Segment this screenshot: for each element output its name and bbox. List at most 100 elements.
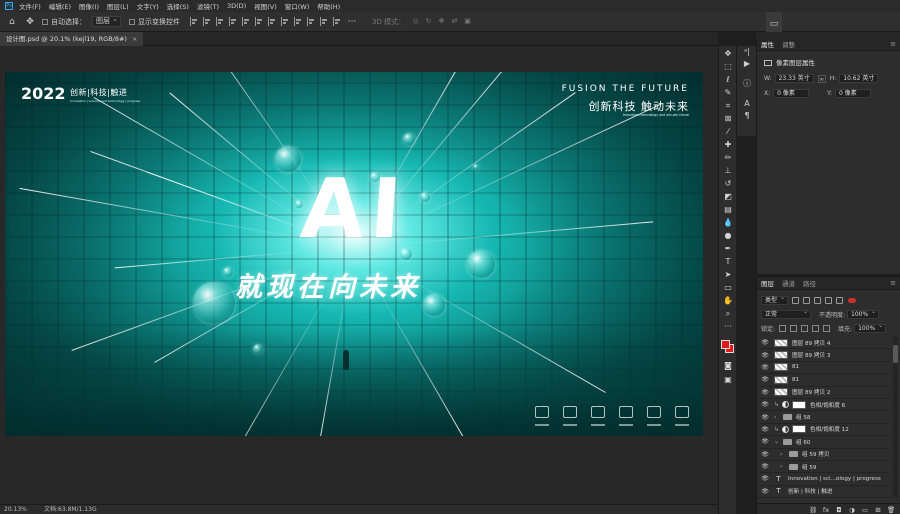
layer-row[interactable]: 👁 › 组 59 — [757, 461, 891, 474]
brush-tool-icon[interactable]: ✏ — [722, 152, 734, 163]
healing-brush-tool-icon[interactable]: ✚ — [722, 139, 734, 150]
path-select-tool-icon[interactable]: ➤ — [722, 269, 734, 280]
eye-icon[interactable]: 👁 — [761, 376, 769, 383]
align-center-icon[interactable] — [203, 17, 212, 26]
link-layers-icon[interactable]: ⛓ — [809, 506, 817, 514]
slide-3d-icon[interactable]: ⇄ — [450, 17, 459, 26]
close-icon[interactable]: × — [132, 35, 137, 43]
distribute-top-icon[interactable] — [307, 17, 316, 26]
delete-layer-icon[interactable]: 🗑 — [887, 506, 895, 514]
lasso-tool-icon[interactable]: ℓ — [722, 74, 734, 85]
eraser-tool-icon[interactable]: ◩ — [722, 191, 734, 202]
home-icon[interactable]: ⌂ — [6, 16, 18, 28]
layer-row[interactable]: 👁 › 组 59 拷贝 — [757, 449, 891, 461]
document-size[interactable]: 文档:63.8M/1.13G — [44, 505, 97, 514]
distribute-center-icon[interactable] — [281, 17, 290, 26]
menu-window[interactable]: 窗口(W) — [285, 1, 310, 11]
link-icon[interactable]: ∞ — [817, 74, 826, 83]
filter-pixel-icon[interactable] — [792, 297, 800, 304]
menu-select[interactable]: 选择(S) — [167, 1, 189, 11]
layer-row[interactable]: 👁 81 — [757, 374, 891, 387]
distribute-bottom-icon[interactable] — [333, 17, 342, 26]
foreground-color-swatch[interactable] — [721, 340, 730, 349]
character-icon[interactable]: A — [741, 98, 753, 110]
document-tab[interactable]: 设计图.psd @ 20.1% (kejl19, RGB/8#) × — [0, 32, 144, 46]
layer-row[interactable]: 👁 图层 89 拷贝 2 — [757, 387, 891, 399]
rectangle-tool-icon[interactable]: ▭ — [722, 282, 734, 293]
screen-mode-icon[interactable]: ▣ — [722, 374, 734, 385]
layer-row[interactable]: 👁 图层 89 拷贝 3 — [757, 349, 891, 362]
lock-artboard-icon[interactable] — [812, 325, 820, 332]
clone-stamp-tool-icon[interactable]: ⊥ — [722, 165, 734, 176]
filter-type-icon[interactable] — [814, 297, 822, 304]
distribute-left-icon[interactable] — [268, 17, 277, 26]
align-bottom-icon[interactable] — [255, 17, 264, 26]
opacity-field[interactable]: 100% — [847, 308, 880, 319]
layer-row[interactable]: 👁 T 创新 | 科技 | 触进 — [757, 486, 891, 499]
character-panel-icon[interactable]: ᵃ| — [741, 46, 753, 58]
layer-row[interactable]: 👁 ↳ 色相/饱和度 12 — [757, 424, 891, 437]
panel-menu-icon[interactable]: ≡ — [890, 40, 896, 48]
y-field[interactable]: 0 像素 — [835, 89, 872, 98]
filter-kind-dropdown[interactable]: 类型 — [761, 294, 789, 305]
quick-select-tool-icon[interactable]: ✎ — [722, 87, 734, 98]
layers-scrollbar[interactable] — [893, 337, 898, 497]
tab-properties[interactable]: 属性 — [761, 39, 774, 49]
eyedropper-tool-icon[interactable]: ⁄ — [722, 126, 734, 137]
chevron-right-icon[interactable]: › — [780, 451, 786, 458]
filter-adjustment-icon[interactable] — [803, 297, 811, 304]
chevron-down-icon[interactable]: ⌄ — [774, 438, 780, 445]
tab-layers[interactable]: 图层 — [761, 278, 774, 288]
chevron-right-icon[interactable]: › — [780, 463, 786, 470]
photoshop-logo-icon[interactable]: Ps — [5, 2, 13, 10]
zoom-level[interactable]: 20.13% — [4, 505, 27, 514]
filter-smart-object-icon[interactable] — [836, 297, 844, 304]
menu-edit[interactable]: 编辑(E) — [49, 1, 71, 11]
distribute-right-icon[interactable] — [294, 17, 303, 26]
eye-icon[interactable]: 👁 — [761, 451, 769, 458]
roll-3d-icon[interactable]: ↻ — [424, 17, 433, 26]
eye-icon[interactable]: 👁 — [761, 414, 769, 421]
eye-icon[interactable]: 👁 — [761, 475, 769, 482]
filter-toggle[interactable] — [848, 298, 857, 303]
pan-3d-icon[interactable]: ✥ — [437, 17, 446, 26]
menu-image[interactable]: 图像(I) — [79, 1, 99, 11]
gradient-tool-icon[interactable]: ▤ — [722, 204, 734, 215]
auto-select-checkbox[interactable]: 自动选择： — [42, 17, 86, 27]
eye-icon[interactable]: 👁 — [761, 438, 769, 445]
menu-help[interactable]: 帮助(H) — [317, 1, 340, 11]
eye-icon[interactable]: 👁 — [761, 389, 769, 396]
poster-artwork[interactable]: 2022 创新|科技|触进 Innovation | science and t… — [5, 72, 703, 436]
crop-tool-icon[interactable]: ⌗ — [722, 100, 734, 111]
chevron-right-icon[interactable]: › — [774, 414, 780, 421]
menu-layer[interactable]: 图层(L) — [107, 1, 129, 11]
type-tool-icon[interactable]: T — [722, 256, 734, 267]
quick-mask-icon[interactable]: ◙ — [722, 360, 734, 371]
eye-icon[interactable]: 👁 — [761, 426, 769, 433]
layer-row[interactable]: 👁 图层 89 拷贝 4 — [757, 337, 891, 350]
align-top-icon[interactable] — [229, 17, 238, 26]
move-tool-icon[interactable]: ✥ — [722, 48, 734, 59]
new-layer-icon[interactable]: ⊞ — [874, 506, 882, 514]
scale-3d-icon[interactable]: ▣ — [463, 17, 472, 26]
align-middle-icon[interactable] — [242, 17, 251, 26]
lock-all-icon[interactable] — [823, 325, 831, 332]
new-adjustment-icon[interactable]: ◑ — [848, 506, 856, 514]
pen-tool-icon[interactable]: ✒ — [722, 243, 734, 254]
move-tool-icon[interactable]: ✥ — [24, 16, 36, 28]
hand-tool-icon[interactable]: ✋ — [722, 295, 734, 306]
menu-type[interactable]: 文字(Y) — [137, 1, 159, 11]
eye-icon[interactable]: 👁 — [761, 401, 769, 408]
menu-view[interactable]: 视图(V) — [254, 1, 277, 11]
scrollbar-thumb[interactable] — [893, 345, 898, 363]
checkbox-box[interactable] — [42, 18, 48, 25]
eye-icon[interactable]: 👁 — [761, 488, 769, 495]
dodge-tool-icon[interactable]: ● — [722, 230, 734, 241]
align-left-icon[interactable] — [190, 17, 199, 26]
lock-image-icon[interactable] — [790, 325, 798, 332]
show-transform-checkbox[interactable]: 显示变换控件 — [129, 17, 180, 27]
lock-position-icon[interactable] — [801, 325, 809, 332]
layer-row[interactable]: 👁 81 — [757, 362, 891, 375]
x-field[interactable]: 0 像素 — [773, 89, 810, 98]
blur-tool-icon[interactable]: 💧 — [722, 217, 734, 228]
